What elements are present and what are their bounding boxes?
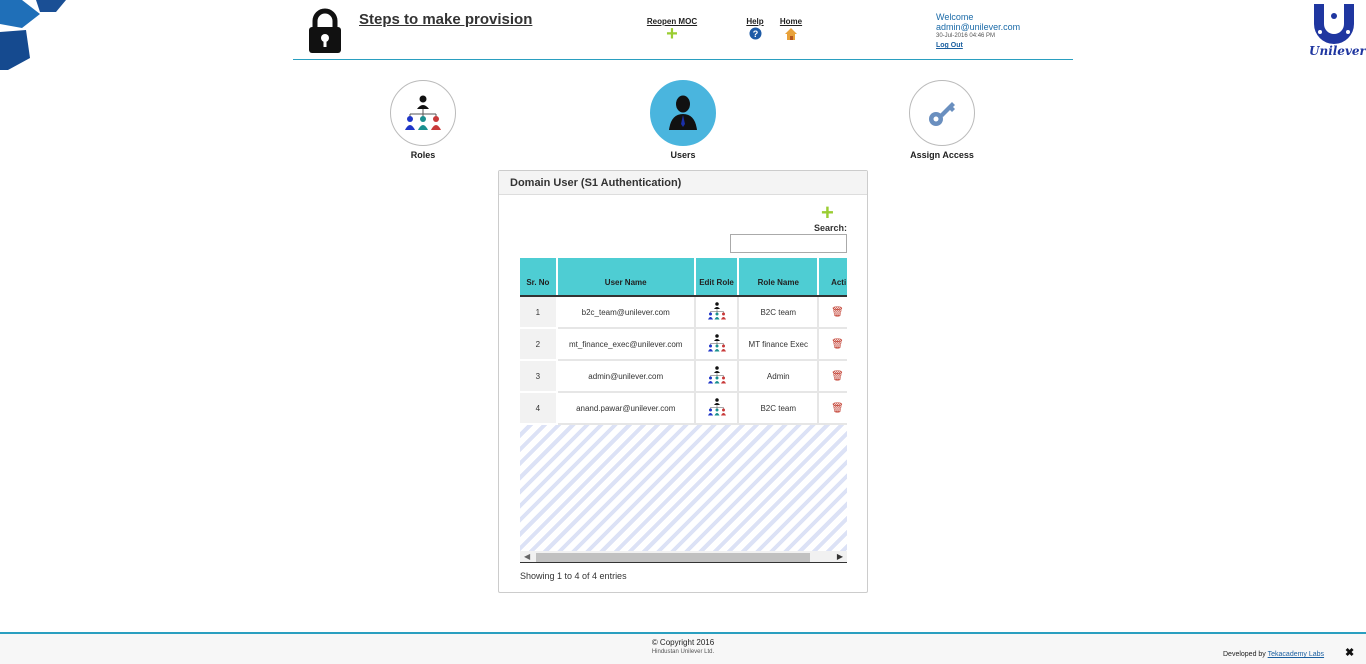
delete-icon[interactable]: 🗑 bbox=[831, 339, 844, 350]
col-header-sr-no[interactable]: Sr. No bbox=[520, 258, 558, 297]
page-title[interactable]: Steps to make provision bbox=[359, 11, 532, 28]
help[interactable]: Help ? bbox=[745, 17, 765, 40]
table-info: Showing 1 to 4 of 4 entries bbox=[520, 571, 627, 581]
home-link[interactable]: Home bbox=[778, 17, 804, 26]
svg-text:?: ? bbox=[752, 29, 758, 39]
table-row: 4 anand.pawar@unilever.com B2C team 🗑 bbox=[520, 392, 847, 425]
roles-circle[interactable] bbox=[390, 80, 456, 146]
edit-role-icon[interactable] bbox=[707, 301, 727, 321]
cell-user-name: anand.pawar@unilever.com bbox=[556, 392, 696, 425]
table-row: 1 b2c_team@unilever.com B2C team 🗑 bbox=[520, 296, 847, 329]
cell-edit-role[interactable] bbox=[694, 296, 740, 329]
cell-role-name: B2C team bbox=[738, 296, 820, 329]
edit-role-icon[interactable] bbox=[707, 333, 727, 353]
cell-action[interactable]: 🗑 bbox=[818, 392, 847, 425]
horizontal-scrollbar[interactable]: ◀ ▶ bbox=[520, 551, 847, 562]
step-users-label: Users bbox=[670, 150, 696, 160]
cell-role-name: B2C team bbox=[738, 392, 820, 425]
user-icon bbox=[669, 95, 697, 130]
edit-role-icon[interactable] bbox=[707, 365, 727, 385]
user-email: admin@unilever.com bbox=[936, 22, 1021, 32]
users-table-wrapper: Sr. No User Name Edit Role Role Name Act… bbox=[520, 258, 847, 562]
table-row: 3 admin@unilever.com Admin 🗑 bbox=[520, 360, 847, 393]
developer-link[interactable]: Tekacademy Labs bbox=[1268, 651, 1324, 658]
close-icon[interactable]: ✖ bbox=[1345, 646, 1354, 659]
cell-role-name: Admin bbox=[738, 360, 820, 393]
domain-user-panel: Domain User (S1 Authentication) + Search… bbox=[498, 170, 868, 593]
cell-action[interactable]: 🗑 bbox=[818, 360, 847, 393]
cell-sr-no: 1 bbox=[520, 296, 558, 329]
footer: © Copyright 2016 Hindustan Unilever Ltd.… bbox=[0, 632, 1366, 664]
key-icon bbox=[929, 102, 955, 126]
unilever-wordmark: Unilever bbox=[1309, 44, 1366, 58]
home[interactable]: Home bbox=[778, 17, 804, 41]
help-icon[interactable]: ? bbox=[749, 27, 762, 40]
cell-edit-role[interactable] bbox=[694, 392, 740, 425]
col-header-action[interactable]: Acti bbox=[818, 258, 847, 297]
delete-icon[interactable]: 🗑 bbox=[831, 403, 844, 414]
header: Steps to make provision Reopen MOC + Hel… bbox=[293, 0, 1073, 60]
delete-icon[interactable]: 🗑 bbox=[831, 371, 844, 382]
company-name: Hindustan Unilever Ltd. bbox=[651, 649, 715, 655]
lock-icon bbox=[309, 8, 341, 53]
col-header-edit-role[interactable]: Edit Role bbox=[694, 258, 740, 297]
page: Steps to make provision Reopen MOC + Hel… bbox=[0, 0, 1366, 664]
step-users[interactable]: Users bbox=[638, 80, 728, 160]
plus-icon[interactable]: + bbox=[646, 24, 698, 44]
developed-by: Developed by Tekacademy Labs bbox=[1223, 651, 1324, 658]
step-assign-access[interactable]: Assign Access bbox=[897, 80, 987, 160]
scroll-left-icon[interactable]: ◀ bbox=[524, 552, 530, 561]
search-label: Search: bbox=[814, 223, 848, 233]
help-link[interactable]: Help bbox=[745, 17, 765, 26]
users-table: Sr. No User Name Edit Role Role Name Act… bbox=[520, 258, 847, 425]
assign-access-circle[interactable] bbox=[909, 80, 975, 146]
corner-decoration bbox=[0, 0, 66, 70]
step-roles[interactable]: Roles bbox=[378, 80, 468, 160]
org-chart-icon bbox=[405, 95, 441, 130]
copyright-text: © Copyright 2016 bbox=[651, 638, 715, 647]
developed-by-label: Developed by bbox=[1223, 651, 1266, 658]
cell-user-name: mt_finance_exec@unilever.com bbox=[556, 328, 696, 361]
step-roles-label: Roles bbox=[410, 150, 436, 160]
cell-edit-role[interactable] bbox=[694, 360, 740, 393]
cell-action[interactable]: 🗑 bbox=[818, 328, 847, 361]
cell-sr-no: 2 bbox=[520, 328, 558, 361]
step-assign-access-label: Assign Access bbox=[910, 150, 974, 160]
welcome-block: Welcome admin@unilever.com 30-Jul-2016 0… bbox=[936, 12, 1020, 49]
col-header-role-name[interactable]: Role Name bbox=[738, 258, 820, 297]
reopen-moc[interactable]: Reopen MOC + bbox=[646, 17, 698, 44]
welcome-text: Welcome bbox=[936, 12, 974, 22]
table-body: 1 b2c_team@unilever.com B2C team 🗑 2 mt_… bbox=[520, 296, 847, 425]
login-datetime: 30-Jul-2016 04:46 PM bbox=[936, 33, 996, 39]
cell-role-name: MT finance Exec bbox=[738, 328, 820, 361]
scrollbar-thumb[interactable] bbox=[536, 553, 810, 562]
panel-title: Domain User (S1 Authentication) bbox=[499, 171, 867, 195]
home-icon[interactable] bbox=[784, 27, 798, 41]
cell-edit-role[interactable] bbox=[694, 328, 740, 361]
cell-user-name: admin@unilever.com bbox=[556, 360, 696, 393]
cell-user-name: b2c_team@unilever.com bbox=[556, 296, 696, 329]
delete-icon[interactable]: 🗑 bbox=[831, 307, 844, 318]
logout-link[interactable]: Log Out bbox=[936, 42, 1020, 49]
add-user-button[interactable]: + bbox=[821, 202, 834, 224]
table-bottom-border bbox=[520, 562, 847, 563]
empty-area bbox=[520, 424, 847, 551]
cell-action[interactable]: 🗑 bbox=[818, 296, 847, 329]
cell-sr-no: 3 bbox=[520, 360, 558, 393]
col-header-user-name[interactable]: User Name bbox=[556, 258, 696, 297]
search-input[interactable] bbox=[730, 234, 847, 253]
table-header-row: Sr. No User Name Edit Role Role Name Act… bbox=[520, 258, 847, 297]
users-circle[interactable] bbox=[650, 80, 716, 146]
cell-sr-no: 4 bbox=[520, 392, 558, 425]
table-row: 2 mt_finance_exec@unilever.com MT financ… bbox=[520, 328, 847, 361]
scroll-right-icon[interactable]: ▶ bbox=[837, 552, 843, 561]
edit-role-icon[interactable] bbox=[707, 397, 727, 417]
